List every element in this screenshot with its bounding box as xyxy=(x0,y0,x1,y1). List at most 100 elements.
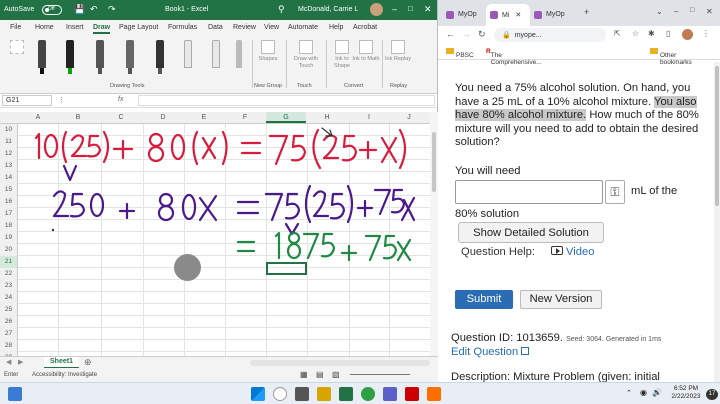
name-box[interactable]: G21 xyxy=(2,95,52,106)
pen-gray-2[interactable] xyxy=(126,40,134,68)
search-icon[interactable] xyxy=(273,387,287,401)
shapes-button[interactable]: Shapes xyxy=(254,40,282,63)
row-header[interactable]: 20 xyxy=(0,244,18,256)
row-header[interactable]: 17 xyxy=(0,208,18,220)
grid-row[interactable]: 22 xyxy=(0,268,430,280)
tab-automate[interactable]: Automate xyxy=(288,24,318,31)
grid-row[interactable]: 16 xyxy=(0,196,430,208)
grid-row[interactable]: 24 xyxy=(0,292,430,304)
key-icon[interactable]: ⚿ xyxy=(605,180,625,204)
answer-input[interactable] xyxy=(455,180,603,204)
new-tab-icon[interactable]: + xyxy=(584,7,589,17)
row-header[interactable]: 12 xyxy=(0,148,18,160)
save-icon[interactable]: 💾 xyxy=(74,4,85,15)
column-header[interactable]: E xyxy=(184,114,224,121)
pen-gray[interactable] xyxy=(96,40,104,68)
start-icon[interactable] xyxy=(251,387,265,401)
app-icon[interactable] xyxy=(427,387,441,401)
share-icon[interactable]: ⇱ xyxy=(614,29,621,38)
forward-icon[interactable]: → xyxy=(462,29,471,39)
column-header[interactable]: H xyxy=(307,114,347,121)
row-header[interactable]: 10 xyxy=(0,124,18,136)
tab-search-icon[interactable]: ⌄ xyxy=(656,7,663,16)
grid-row[interactable]: 17 xyxy=(0,208,430,220)
column-header[interactable]: A xyxy=(18,114,58,121)
tab-data[interactable]: Data xyxy=(208,24,223,31)
restore-icon[interactable]: □ xyxy=(408,4,413,13)
namebox-dropdown-icon[interactable]: ⋮ xyxy=(58,96,65,104)
minimize-icon[interactable]: – xyxy=(392,4,397,14)
tab-draw[interactable]: Draw xyxy=(93,24,111,34)
accessibility-status[interactable]: Accessibility: Investigate xyxy=(32,372,97,378)
browser-tab[interactable]: MyOp xyxy=(442,4,486,26)
close-icon[interactable]: ✕ xyxy=(424,4,432,15)
column-header[interactable]: I xyxy=(349,114,389,121)
pen-white[interactable] xyxy=(184,40,192,68)
grid-row[interactable]: 28 xyxy=(0,340,430,352)
pen-dark[interactable] xyxy=(66,40,74,68)
grid-row[interactable]: 13 xyxy=(0,160,430,172)
tab-review[interactable]: Review xyxy=(233,24,256,31)
worksheet-grid[interactable]: 1011121314151617181920212223242526272829 xyxy=(0,124,430,356)
grid-row[interactable]: 18 xyxy=(0,220,430,232)
row-header[interactable]: 25 xyxy=(0,304,18,316)
grid-row[interactable]: 12 xyxy=(0,148,430,160)
undo-icon[interactable]: ↶ xyxy=(90,4,98,15)
tab-formulas[interactable]: Formulas xyxy=(168,24,197,31)
other-bookmarks[interactable]: Other bookmarks xyxy=(650,48,692,66)
row-header[interactable]: 14 xyxy=(0,172,18,184)
row-header[interactable]: 28 xyxy=(0,340,18,352)
tab-acrobat[interactable]: Acrobat xyxy=(353,24,377,31)
grid-row[interactable]: 25 xyxy=(0,304,430,316)
draw-with-touch-button[interactable]: Draw with Touch xyxy=(289,40,323,70)
column-header[interactable]: C xyxy=(101,114,141,121)
close-icon[interactable]: ✕ xyxy=(706,7,713,16)
formula-input[interactable] xyxy=(138,95,435,106)
row-header[interactable]: 13 xyxy=(0,160,18,172)
row-header[interactable]: 16 xyxy=(0,196,18,208)
tab-view[interactable]: View xyxy=(264,24,279,31)
page-layout-view-icon[interactable]: ▤ xyxy=(316,370,324,379)
grid-row[interactable]: 23 xyxy=(0,280,430,292)
search-icon[interactable]: ⚲ xyxy=(278,4,285,15)
volume-icon[interactable]: 🔊 xyxy=(652,388,662,397)
column-header[interactable]: D xyxy=(143,114,183,121)
file-explorer-icon[interactable] xyxy=(317,387,331,401)
grid-row[interactable]: 11 xyxy=(0,136,430,148)
row-header[interactable]: 19 xyxy=(0,232,18,244)
row-header[interactable]: 23 xyxy=(0,280,18,292)
acrobat-icon[interactable] xyxy=(405,387,419,401)
submit-button[interactable]: Submit xyxy=(455,290,513,309)
tray-chevron-icon[interactable]: ⌃ xyxy=(626,389,632,397)
pen-add[interactable] xyxy=(236,40,242,68)
menu-icon[interactable]: ⋮ xyxy=(702,29,710,38)
grid-row[interactable]: 19 xyxy=(0,232,430,244)
grid-row[interactable]: 15 xyxy=(0,184,430,196)
column-header-selected[interactable]: G xyxy=(266,112,306,123)
excel-taskbar-icon[interactable] xyxy=(339,387,353,401)
selected-cell[interactable] xyxy=(266,262,307,275)
row-header[interactable]: 26 xyxy=(0,316,18,328)
row-header[interactable]: 18 xyxy=(0,220,18,232)
pen-charcoal[interactable] xyxy=(156,40,164,68)
task-view-icon[interactable] xyxy=(295,387,309,401)
grid-row[interactable]: 14 xyxy=(0,172,430,184)
row-header[interactable]: 15 xyxy=(0,184,18,196)
redo-icon[interactable]: ↷ xyxy=(108,4,116,15)
row-header[interactable]: 21 xyxy=(0,256,18,268)
add-sheet-icon[interactable]: ⊕ xyxy=(84,357,92,368)
row-header[interactable]: 11 xyxy=(0,136,18,148)
notification-badge[interactable]: 17 xyxy=(706,389,718,400)
profile-avatar[interactable] xyxy=(682,29,693,40)
select-tool[interactable] xyxy=(6,40,28,56)
prev-sheet-icon[interactable]: ◀ xyxy=(6,358,11,366)
grid-row[interactable]: 27 xyxy=(0,328,430,340)
video-link[interactable]: Video xyxy=(551,246,594,258)
new-version-button[interactable]: New Version xyxy=(520,290,602,309)
tab-close-icon[interactable]: ✕ xyxy=(515,12,521,19)
row-header[interactable]: 27 xyxy=(0,328,18,340)
bookmark-star-icon[interactable]: ☆ xyxy=(632,29,639,38)
next-sheet-icon[interactable]: ▶ xyxy=(18,358,23,366)
edit-question-link[interactable]: Edit Question xyxy=(451,346,530,358)
grid-row[interactable]: 10 xyxy=(0,124,430,136)
